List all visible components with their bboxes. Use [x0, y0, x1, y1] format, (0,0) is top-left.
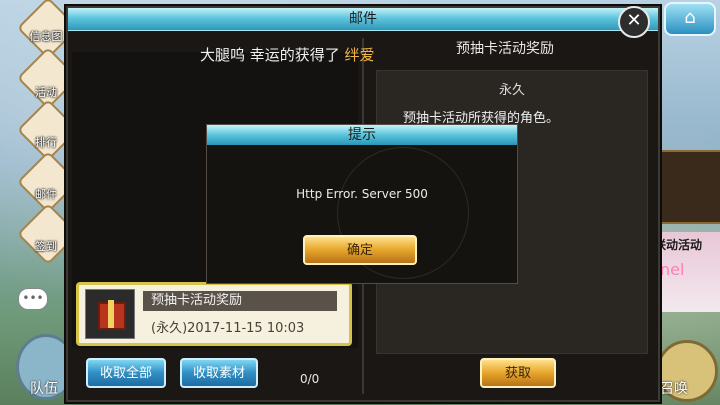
detail-permanence: 永久 [498, 83, 525, 98]
popup-message: Http Error. Server 500 [296, 187, 428, 201]
home-button[interactable]: ⌂ [664, 2, 716, 36]
detail-header: 预抽卡活动奖励 [456, 41, 554, 57]
collect-all-button[interactable]: 收取全部 [86, 358, 166, 388]
sidebar-label-mail: 邮件 [35, 188, 57, 201]
close-button[interactable]: ✕ [618, 6, 650, 38]
error-popup: 提示 Http Error. Server 500 确定 [206, 124, 518, 284]
mail-item-icon-frame [85, 289, 135, 339]
event-banner[interactable] [654, 150, 720, 224]
mail-count: 0/0 [300, 372, 320, 386]
sidebar-label-info: 信息图 [29, 30, 63, 43]
home-icon: ⌂ [684, 7, 696, 28]
gift-ribbon [108, 300, 114, 328]
mail-item-title: 预抽卡活动奖励 [143, 291, 337, 311]
team-label: 队伍 [30, 381, 58, 397]
announcement-highlight: 绊爱 [344, 46, 375, 64]
announcement-banner: 大腿呜 幸运的获得了 绊爱 [200, 44, 375, 65]
summon-label: 召唤 [660, 381, 688, 397]
mail-item-date: (永久)2017-11-15 10:03 [151, 321, 305, 336]
mail-dialog-title: 邮件 [349, 11, 377, 27]
announcement-text: 大腿呜 幸运的获得了 [200, 46, 345, 64]
sidebar-label-checkin: 签到 [35, 240, 57, 253]
popup-confirm-button[interactable]: 确定 [303, 235, 417, 265]
collab-tag: 联动活动 [654, 238, 703, 252]
mail-list-item[interactable]: 预抽卡活动奖励 (永久)2017-11-15 10:03 [76, 282, 352, 346]
close-icon: ✕ [626, 10, 642, 31]
chat-icon[interactable]: ••• [18, 288, 48, 310]
sidebar-label-ranking: 排行 [35, 136, 57, 149]
popup-title: 提示 [348, 127, 376, 143]
collab-tag-logo: nel [660, 260, 685, 279]
collect-materials-button[interactable]: 收取素材 [180, 358, 258, 388]
claim-button[interactable]: 获取 [480, 358, 556, 388]
sidebar-label-event: 活动 [35, 86, 57, 99]
